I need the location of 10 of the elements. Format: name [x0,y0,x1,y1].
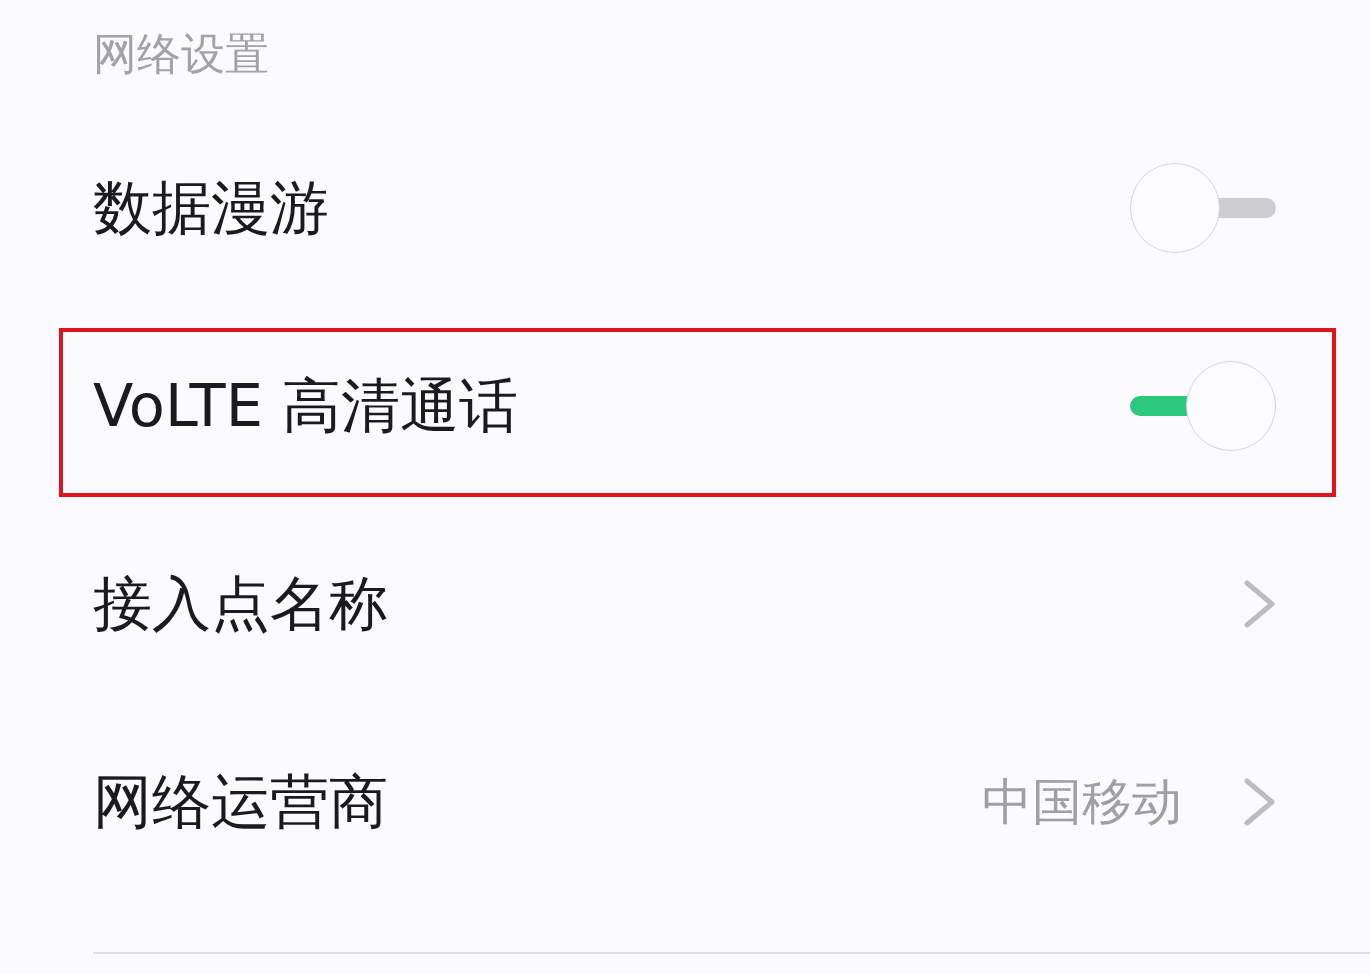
chevron-right-icon[interactable] [1244,579,1276,628]
chevron-right-icon[interactable] [1244,777,1276,826]
row-label: VoLTE 高清通话 [93,370,519,441]
toggle-switch[interactable] [1130,162,1276,253]
section-title: 网络设置 [93,27,269,81]
row-label: 网络运营商 [93,766,389,837]
toggle-switch[interactable] [1130,360,1276,451]
row-label: 接入点名称 [93,568,389,639]
row-value: 中国移动 [982,771,1182,833]
row-label: 数据漫游 [93,172,330,243]
